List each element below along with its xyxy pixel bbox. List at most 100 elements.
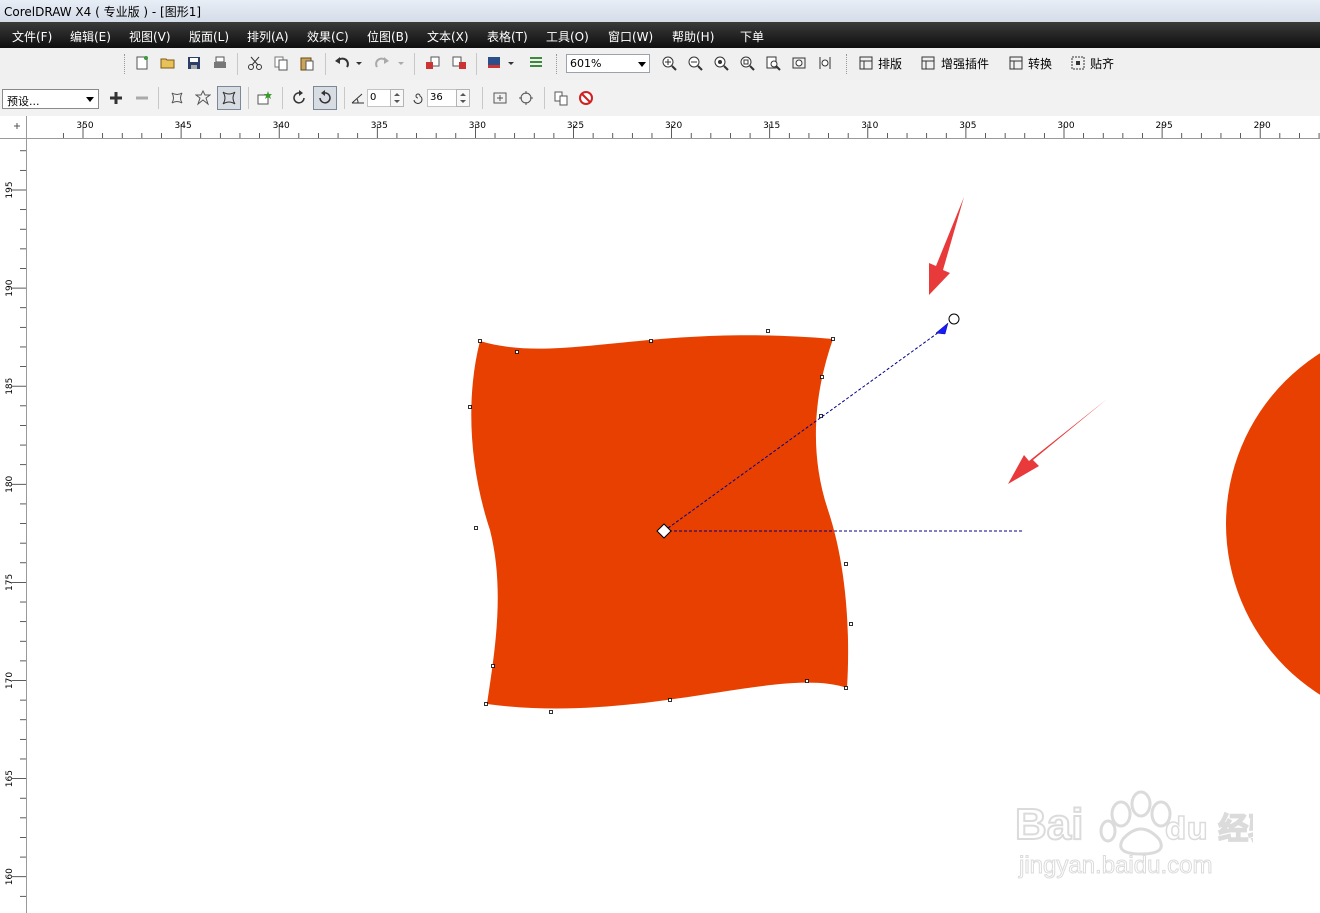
- zoom-width-icon[interactable]: [789, 53, 809, 73]
- drawing-canvas[interactable]: Bai du 经验 jingyan.baidu.com: [27, 139, 1320, 913]
- distorted-shape[interactable]: [471, 335, 849, 709]
- ruler-label: 320: [665, 121, 682, 131]
- points-input[interactable]: 36: [427, 89, 457, 107]
- clear-distortion-icon[interactable]: [576, 88, 596, 108]
- new-icon[interactable]: [132, 53, 152, 73]
- menu-layout[interactable]: 版面(L): [189, 28, 229, 45]
- snap-plugin-button[interactable]: 贴齐: [1090, 55, 1114, 72]
- zoom-height-icon[interactable]: [815, 53, 835, 73]
- toolbar-separator: [476, 53, 477, 75]
- circle-shape[interactable]: [1226, 322, 1320, 726]
- layout-plugin-button[interactable]: 排版: [878, 55, 902, 72]
- ruler-label: 330: [469, 121, 486, 131]
- add-new-distortion-icon[interactable]: [254, 88, 274, 108]
- horizontal-ruler[interactable]: 350 345 340 335 330 325 320 315 310 305 300 295 290: [0, 116, 1320, 139]
- toolbar-separator: [237, 53, 238, 75]
- export-icon[interactable]: [449, 53, 469, 73]
- ruler-label: 175: [5, 574, 15, 591]
- welcome-icon[interactable]: [526, 53, 546, 73]
- ruler-label: 180: [5, 475, 15, 492]
- ruler-label: 340: [273, 121, 290, 131]
- toolbar-separator: [325, 53, 326, 75]
- menu-text[interactable]: 文本(X): [427, 28, 469, 45]
- save-icon[interactable]: [184, 53, 204, 73]
- undo-icon[interactable]: [332, 53, 352, 73]
- paste-icon[interactable]: [297, 53, 317, 73]
- angle-spinner[interactable]: [390, 89, 404, 107]
- menu-file[interactable]: 文件(F): [12, 28, 52, 45]
- points-spinner[interactable]: [456, 89, 470, 107]
- ruler-origin-corner[interactable]: [0, 116, 27, 139]
- print-icon[interactable]: [210, 53, 230, 73]
- convert-plugin-icon[interactable]: [1006, 53, 1026, 73]
- import-icon[interactable]: [423, 53, 443, 73]
- menu-edit[interactable]: 编辑(E): [70, 28, 111, 45]
- toolbar-grip[interactable]: [124, 54, 128, 74]
- chevron-down-icon: [86, 97, 94, 102]
- menu-view[interactable]: 视图(V): [129, 28, 171, 45]
- ruler-label: 335: [371, 121, 388, 131]
- toolbar-grip[interactable]: [846, 54, 850, 74]
- zoom-all-icon[interactable]: [737, 53, 757, 73]
- chevron-down-icon: [638, 62, 646, 67]
- menu-bitmaps[interactable]: 位图(B): [367, 28, 409, 45]
- center-distortion-icon[interactable]: [490, 88, 510, 108]
- window-title: CorelDRAW X4 ( 专业版 ) - [图形1]: [4, 5, 202, 19]
- toolbar-separator: [158, 87, 159, 109]
- points-value: 36: [430, 92, 443, 103]
- layout-plugin-icon[interactable]: [856, 53, 876, 73]
- zoom-page-icon[interactable]: [763, 53, 783, 73]
- menu-window[interactable]: 窗口(W): [608, 28, 653, 45]
- toolbar-separator: [344, 87, 345, 109]
- vertical-ruler[interactable]: 195 190 185 180 175 170 165 160: [0, 138, 27, 913]
- toolbar-grip[interactable]: [556, 54, 560, 74]
- ruler-label: 190: [5, 279, 15, 296]
- zoom-levels-select[interactable]: 601%: [566, 54, 650, 73]
- add-preset-icon[interactable]: [106, 88, 126, 108]
- ruler-label: 290: [1254, 121, 1271, 131]
- app-launcher-icon[interactable]: [484, 53, 504, 73]
- ruler-label: 300: [1057, 121, 1074, 131]
- ruler-label: 310: [861, 121, 878, 131]
- distortion-end-handle[interactable]: [948, 313, 960, 325]
- enhance-plugin-icon[interactable]: [918, 53, 938, 73]
- zipper-distort-icon[interactable]: [193, 88, 213, 108]
- menu-table[interactable]: 表格(T): [487, 28, 528, 45]
- twister-distort-icon[interactable]: [217, 86, 241, 110]
- snap-plugin-icon[interactable]: [1068, 53, 1088, 73]
- angle-input[interactable]: 0: [367, 89, 391, 107]
- cut-icon[interactable]: [245, 53, 265, 73]
- redo-dropdown-icon[interactable]: [396, 53, 406, 73]
- rotate-counterclockwise-icon[interactable]: [313, 86, 337, 110]
- copy-icon[interactable]: [271, 53, 291, 73]
- baidu-jingyan-watermark: Bai du 经验 jingyan.baidu.com: [1013, 769, 1279, 889]
- menu-order[interactable]: 下单: [740, 28, 764, 45]
- enhance-plugin-button[interactable]: 增强插件: [941, 55, 989, 72]
- convert-to-curves-icon[interactable]: [516, 88, 536, 108]
- rotate-clockwise-icon[interactable]: [289, 88, 309, 108]
- distortion-direction-handle[interactable]: [935, 322, 949, 335]
- toolbar-separator: [282, 87, 283, 109]
- svg-text:du 经验: du 经验: [1165, 812, 1253, 847]
- toolbar-separator: [414, 53, 415, 75]
- zoom-selected-icon[interactable]: [711, 53, 731, 73]
- ruler-label: 345: [175, 121, 192, 131]
- remove-preset-icon[interactable]: [132, 88, 152, 108]
- zoom-out-icon[interactable]: [685, 53, 705, 73]
- zoom-in-icon[interactable]: [659, 53, 679, 73]
- menu-tools[interactable]: 工具(O): [546, 28, 589, 45]
- redo-icon[interactable]: [372, 53, 392, 73]
- preset-select[interactable]: 预设...: [2, 89, 99, 109]
- menu-effects[interactable]: 效果(C): [307, 28, 349, 45]
- push-pull-distort-icon[interactable]: [167, 88, 187, 108]
- undo-dropdown-icon[interactable]: [354, 53, 364, 73]
- app-launcher-dropdown-icon[interactable]: [506, 53, 516, 73]
- standard-toolbar: 601% 排版 增强插件 转换 贴齐: [0, 48, 1320, 81]
- preset-value: 预设...: [7, 95, 40, 108]
- menu-bar: 文件(F) 编辑(E) 视图(V) 版面(L) 排列(A) 效果(C) 位图(B…: [0, 22, 1320, 48]
- copy-distortion-icon[interactable]: [551, 88, 571, 108]
- menu-arrange[interactable]: 排列(A): [247, 28, 289, 45]
- menu-help[interactable]: 帮助(H): [672, 28, 714, 45]
- convert-plugin-button[interactable]: 转换: [1028, 55, 1052, 72]
- open-icon[interactable]: [158, 53, 178, 73]
